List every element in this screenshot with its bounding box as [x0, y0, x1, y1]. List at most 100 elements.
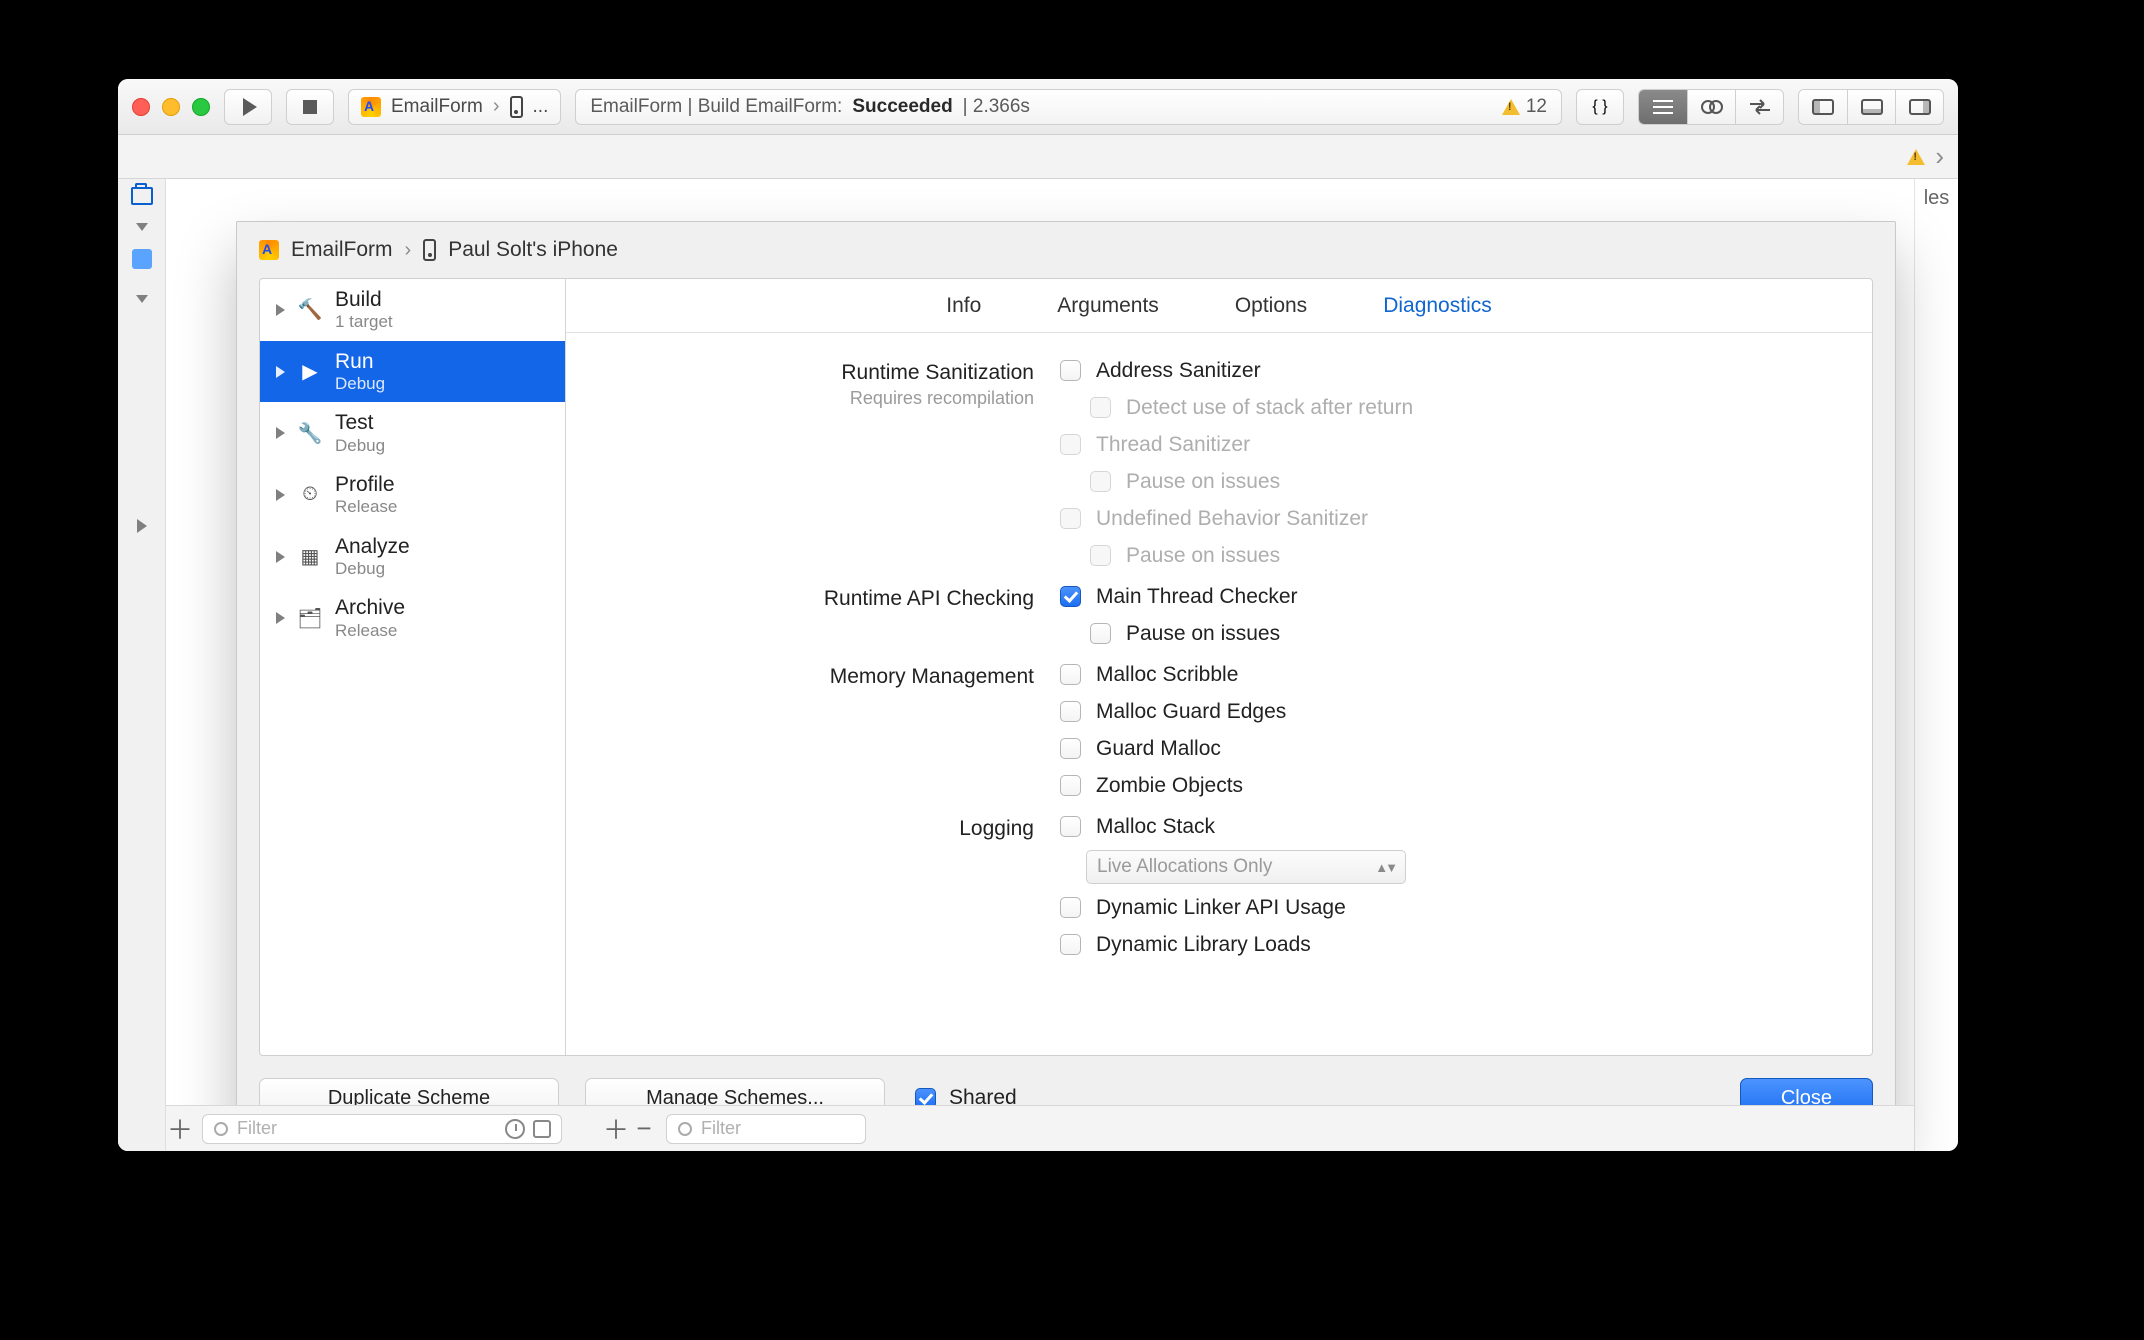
checkbox-icon	[1090, 545, 1111, 566]
action-title: Test	[335, 411, 385, 435]
scheme-selector[interactable]: EmailForm › ...	[348, 89, 561, 125]
checkbox-icon[interactable]	[1060, 775, 1081, 796]
section-logging: Logging Malloc Stack Live Allocations On…	[596, 813, 1842, 958]
action-run[interactable]: ▶ RunDebug	[260, 341, 565, 403]
checkbox-pause-ub: Pause on issues	[1056, 542, 1842, 569]
checkbox-icon[interactable]	[1060, 816, 1081, 837]
section-label: Runtime API Checking	[596, 583, 1056, 647]
tab-arguments[interactable]: Arguments	[1057, 294, 1159, 318]
tab-info[interactable]: Info	[946, 294, 981, 318]
checkbox-pause-mtc[interactable]: Pause on issues	[1056, 620, 1842, 647]
code-snippets-button[interactable]: { }	[1576, 89, 1624, 125]
action-profile[interactable]: ⏲ ProfileRelease	[260, 464, 565, 526]
checkbox-icon[interactable]	[1060, 664, 1081, 685]
checkbox-icon[interactable]	[1060, 360, 1081, 381]
section-label: Memory Management	[596, 661, 1056, 799]
action-title: Build	[335, 288, 393, 312]
checkbox-dynamic-library[interactable]: Dynamic Library Loads	[1056, 931, 1842, 958]
lines-icon	[1652, 99, 1674, 115]
assistant-editor-button[interactable]	[1687, 90, 1735, 124]
checkbox-icon[interactable]	[1060, 586, 1081, 607]
add-button[interactable]: ＋	[602, 1110, 630, 1147]
checkbox-malloc-guard[interactable]: Malloc Guard Edges	[1056, 698, 1842, 725]
scheme-detail: Info Arguments Options Diagnostics Runti…	[566, 279, 1872, 1055]
section-runtime-sanitization: Runtime Sanitization Requires recompilat…	[596, 357, 1842, 569]
toggle-utilities-button[interactable]	[1895, 90, 1943, 124]
zoom-window-icon[interactable]	[192, 98, 210, 116]
disclosure-icon[interactable]	[136, 223, 148, 231]
circles-icon	[1701, 98, 1723, 116]
selected-file-icon[interactable]	[132, 249, 152, 269]
minimize-window-icon[interactable]	[162, 98, 180, 116]
checkbox-ub-sanitizer: Undefined Behavior Sanitizer	[1056, 505, 1842, 532]
action-subtitle: 1 target	[335, 312, 393, 332]
panel-bottom-icon	[1861, 99, 1883, 115]
play-icon[interactable]	[137, 519, 147, 533]
disclosure-icon	[276, 489, 285, 501]
disclosure-icon	[276, 551, 285, 563]
scheme-label: EmailForm	[391, 96, 483, 118]
debug-filter-field[interactable]: Filter	[666, 1114, 866, 1144]
checkbox-icon[interactable]	[1060, 897, 1081, 918]
scheme-breadcrumb[interactable]: EmailForm › Paul Solt's iPhone	[237, 222, 1895, 278]
checkbox-guard-malloc[interactable]: Guard Malloc	[1056, 735, 1842, 762]
scheme-name: EmailForm	[291, 238, 393, 262]
braces-icon: { }	[1592, 98, 1607, 116]
stop-button[interactable]	[286, 89, 334, 125]
editor-area: EmailForm › Paul Solt's iPhone 🔨 Build1 …	[166, 179, 1914, 1151]
toggle-debug-button[interactable]	[1847, 90, 1895, 124]
panel-left-icon	[1812, 99, 1834, 115]
warning-icon	[1502, 99, 1520, 115]
chevron-right-icon: ›	[493, 95, 500, 118]
standard-editor-button[interactable]	[1639, 90, 1687, 124]
action-subtitle: Debug	[335, 436, 385, 456]
device-name: Paul Solt's iPhone	[448, 238, 618, 262]
clock-icon[interactable]	[505, 1119, 525, 1139]
tab-options[interactable]: Options	[1235, 294, 1307, 318]
checkbox-icon	[1060, 508, 1081, 529]
checkbox-icon[interactable]	[1060, 738, 1081, 759]
editor-mode-segmented	[1638, 89, 1784, 125]
tab-diagnostics[interactable]: Diagnostics	[1383, 294, 1492, 318]
checkbox-pause-thread: Pause on issues	[1056, 468, 1842, 495]
panel-right-icon	[1909, 99, 1931, 115]
section-label: Runtime Sanitization Requires recompilat…	[596, 357, 1056, 569]
checkbox-malloc-stack[interactable]: Malloc Stack	[1056, 813, 1842, 840]
warning-count: 12	[1526, 96, 1547, 118]
archive-icon: 🗂	[297, 605, 323, 631]
action-analyze[interactable]: ▦ AnalyzeDebug	[260, 526, 565, 588]
checkbox-address-sanitizer[interactable]: Address Sanitizer	[1056, 357, 1842, 384]
disclosure-icon[interactable]	[136, 295, 148, 303]
chevron-right-icon[interactable]: ›	[1935, 141, 1944, 172]
checkbox-icon[interactable]	[1060, 701, 1081, 722]
warning-indicator[interactable]: 12	[1502, 96, 1547, 118]
section-runtime-api: Runtime API Checking Main Thread Checker…	[596, 583, 1842, 647]
navigator-selector	[118, 179, 166, 1151]
activity-viewer[interactable]: EmailForm | Build EmailForm: Succeeded |…	[575, 89, 1562, 125]
action-test[interactable]: 🔧 TestDebug	[260, 402, 565, 464]
action-subtitle: Debug	[335, 374, 385, 394]
warning-icon	[1907, 149, 1925, 165]
action-build[interactable]: 🔨 Build1 target	[260, 279, 565, 341]
checkbox-zombie[interactable]: Zombie Objects	[1056, 772, 1842, 799]
navigator-filter-field[interactable]: Filter	[202, 1114, 562, 1144]
add-button[interactable]: ＋	[166, 1110, 194, 1147]
close-window-icon[interactable]	[132, 98, 150, 116]
status-time: | 2.366s	[963, 96, 1030, 118]
checkbox-icon[interactable]	[1090, 623, 1111, 644]
run-button[interactable]	[224, 89, 272, 125]
tab-strip: ›	[118, 135, 1958, 179]
project-navigator-icon[interactable]	[131, 187, 153, 205]
action-title: Analyze	[335, 535, 410, 559]
checkbox-dynamic-linker[interactable]: Dynamic Linker API Usage	[1056, 894, 1842, 921]
version-editor-button[interactable]	[1735, 90, 1783, 124]
scope-icon[interactable]	[533, 1120, 551, 1138]
checkbox-main-thread-checker[interactable]: Main Thread Checker	[1056, 583, 1842, 610]
action-archive[interactable]: 🗂 ArchiveRelease	[260, 587, 565, 649]
toggle-navigator-button[interactable]	[1799, 90, 1847, 124]
checkbox-icon[interactable]	[1060, 934, 1081, 955]
arrows-icon	[1749, 99, 1771, 115]
remove-button[interactable]: −	[630, 1113, 658, 1144]
checkbox-malloc-scribble[interactable]: Malloc Scribble	[1056, 661, 1842, 688]
select-live-allocations-field[interactable]: Live Allocations Only▲▼	[1086, 850, 1406, 884]
